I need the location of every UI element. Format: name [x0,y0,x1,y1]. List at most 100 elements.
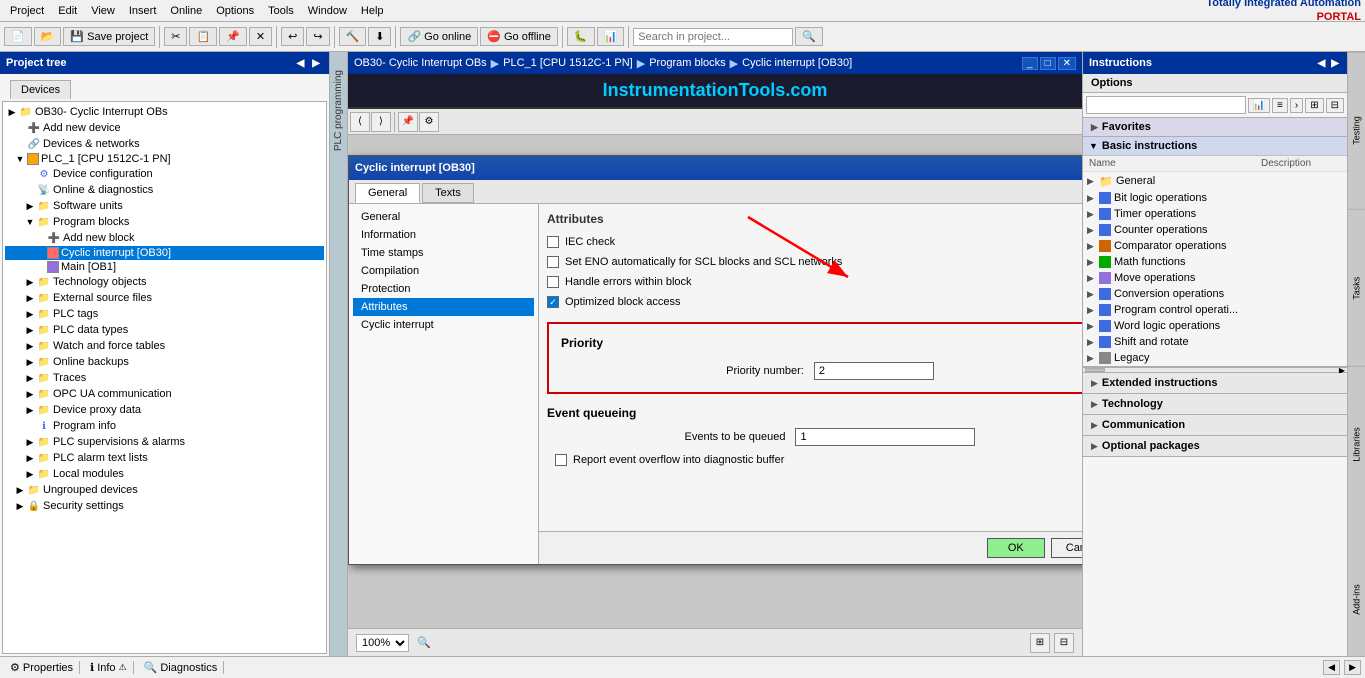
tree-item-main[interactable]: Main [OB1] [5,260,324,274]
undo-button[interactable]: ↩ [281,27,304,46]
tree-item-plc-alarm-text[interactable]: ▶ 📁 PLC alarm text lists [5,450,324,466]
menu-online[interactable]: Online [164,3,208,19]
dialog-nav-general[interactable]: General [353,208,534,226]
zoom-select[interactable]: 100% [356,634,409,652]
ct-btn2[interactable]: ⟩ [371,112,391,132]
inst-item-legacy[interactable]: ▶ Legacy [1083,350,1347,366]
breadcrumb-ob30[interactable]: OB30- Cyclic Interrupt OBs [354,57,487,69]
attr-checkbox-errors[interactable] [547,276,559,288]
inst-chart-btn[interactable]: 📊 [1248,98,1270,113]
tree-item-plc-sup-alarms[interactable]: ▶ 📁 PLC supervisions & alarms [5,434,324,450]
ct-btn3[interactable]: 📌 [398,112,418,132]
instructions-search-input[interactable] [1086,96,1246,114]
acc-extended-instructions-header[interactable]: ▶ Extended instructions [1083,373,1347,393]
basic-instructions-header[interactable]: ▼ Basic instructions [1083,137,1347,156]
inst-item-timer[interactable]: ▶ Timer operations [1083,206,1347,222]
dialog-nav-cyclic-interrupt[interactable]: Cyclic interrupt [353,316,534,334]
tree-item-cyclic-interrupt[interactable]: Cyclic interrupt [OB30] [5,246,324,260]
tree-item-watch-force[interactable]: ▶ 📁 Watch and force tables [5,338,324,354]
breadcrumb-close-btn[interactable]: ✕ [1058,57,1076,70]
inst-item-move[interactable]: ▶ Move operations [1083,270,1347,286]
events-queued-input[interactable] [795,428,975,446]
inst-item-prog-control[interactable]: ▶ Program control operati... [1083,302,1347,318]
dialog-cancel-button[interactable]: Cancel [1051,538,1082,558]
attr-checkbox-report[interactable] [555,454,567,466]
vtab-libraries[interactable]: Libraries [1348,366,1365,523]
tree-item-device-proxy[interactable]: ▶ 📁 Device proxy data [5,402,324,418]
attr-checkbox-iec[interactable] [547,236,559,248]
tree-item-program-blocks[interactable]: ▼ 📁 Program blocks [5,214,324,230]
attr-checkbox-optimized[interactable] [547,296,559,308]
tree-item-ungrouped[interactable]: ▶ 📁 Ungrouped devices [5,482,324,498]
delete-button[interactable]: ✕ [249,27,272,46]
favorites-header[interactable]: ▶ Favorites [1083,118,1347,136]
status-properties[interactable]: ⚙ Properties [4,661,80,674]
dialog-nav-attributes[interactable]: Attributes [353,298,534,316]
inst-nav-btn[interactable]: › [1290,98,1303,113]
tree-item-root[interactable]: ▶ 📁 OB30- Cyclic Interrupt OBs [5,104,324,120]
plc-programming-tab[interactable]: PLC programming [330,52,348,678]
inst-item-math[interactable]: ▶ Math functions [1083,254,1347,270]
right-expand-btn[interactable]: ▶ [1329,58,1341,69]
menu-insert[interactable]: Insert [123,3,163,19]
tree-item-ext-source[interactable]: ▶ 📁 External source files [5,290,324,306]
dialog-nav-information[interactable]: Information [353,226,534,244]
breadcrumb-cyclic[interactable]: Cyclic interrupt [OB30] [742,57,852,69]
menu-tools[interactable]: Tools [262,3,300,19]
devices-tab[interactable]: Devices [10,80,71,99]
tree-item-online-diag[interactable]: 📡 Online & diagnostics [5,182,324,198]
monitor-button[interactable]: 📊 [597,27,625,46]
tree-item-add-device[interactable]: ➕ Add new device [5,120,324,136]
ct-btn1[interactable]: ⟨ [350,112,370,132]
menu-edit[interactable]: Edit [52,3,83,19]
go-online-button[interactable]: 🔗 Go online [400,27,478,46]
inst-grid2-btn[interactable]: ⊟ [1326,98,1344,113]
tree-item-device-config[interactable]: ⚙ Device configuration [5,166,324,182]
plc-programming-label[interactable]: PLC programming [331,62,346,159]
redo-button[interactable]: ↪ [306,27,329,46]
tree-item-software-units[interactable]: ▶ 📁 Software units [5,198,324,214]
vtab-testing[interactable]: Testing [1348,52,1365,209]
tree-item-add-block[interactable]: ➕ Add new block [5,230,324,246]
tree-item-program-info[interactable]: ℹ Program info [5,418,324,434]
status-nav-right[interactable]: ▶ [1344,660,1361,675]
menu-help[interactable]: Help [355,3,390,19]
acc-technology-header[interactable]: ▶ Technology [1083,394,1347,414]
save-button[interactable]: 💾 Save project [63,27,155,46]
status-nav-left[interactable]: ◀ [1323,660,1340,675]
inst-item-general[interactable]: ▶ 📁 General [1083,172,1347,190]
breadcrumb-prog-blocks[interactable]: Program blocks [649,57,725,69]
dialog-ok-button[interactable]: OK [987,538,1045,558]
vtab-tasks[interactable]: Tasks [1348,209,1365,366]
inst-item-comparator[interactable]: ▶ Comparator operations [1083,238,1347,254]
sidebar-expand-btn[interactable]: ◀ [294,58,308,69]
fit-btn[interactable]: ⊞ [1030,633,1050,653]
debug-button[interactable]: 🐛 [567,27,595,46]
inst-list-btn[interactable]: ≡ [1272,98,1288,113]
go-offline-button[interactable]: ⛔ Go offline [480,27,558,46]
dialog-nav-timestamps[interactable]: Time stamps [353,244,534,262]
dialog-tab-texts[interactable]: Texts [422,183,474,203]
tree-item-plc-tags[interactable]: ▶ 📁 PLC tags [5,306,324,322]
tree-item-devices-networks[interactable]: 🔗 Devices & networks [5,136,324,152]
status-diagnostics[interactable]: 🔍 Diagnostics [138,661,225,674]
inst-item-counter[interactable]: ▶ Counter operations [1083,222,1347,238]
inst-item-bit-logic[interactable]: ▶ Bit logic operations [1083,190,1347,206]
tree-item-tech-objects[interactable]: ▶ 📁 Technology objects [5,274,324,290]
layout-btn[interactable]: ⊟ [1054,633,1074,653]
tree-item-traces[interactable]: ▶ 📁 Traces [5,370,324,386]
dialog-nav-protection[interactable]: Protection [353,280,534,298]
ct-btn4[interactable]: ⚙ [419,112,439,132]
search-button[interactable]: 🔍 [795,27,823,46]
scroll-thumb[interactable] [1085,368,1105,372]
breadcrumb-minimize-btn[interactable]: _ [1022,57,1038,70]
tree-item-security[interactable]: ▶ 🔒 Security settings [5,498,324,514]
tree-item-opc-ua[interactable]: ▶ 📁 OPC UA communication [5,386,324,402]
attr-checkbox-eno[interactable] [547,256,559,268]
acc-communication-header[interactable]: ▶ Communication [1083,415,1347,435]
search-input[interactable] [633,28,793,46]
tree-item-online-backups[interactable]: ▶ 📁 Online backups [5,354,324,370]
download-button[interactable]: ⬇ [368,27,391,46]
priority-number-input[interactable] [814,362,934,380]
right-collapse-btn[interactable]: ◀ [1316,58,1328,69]
